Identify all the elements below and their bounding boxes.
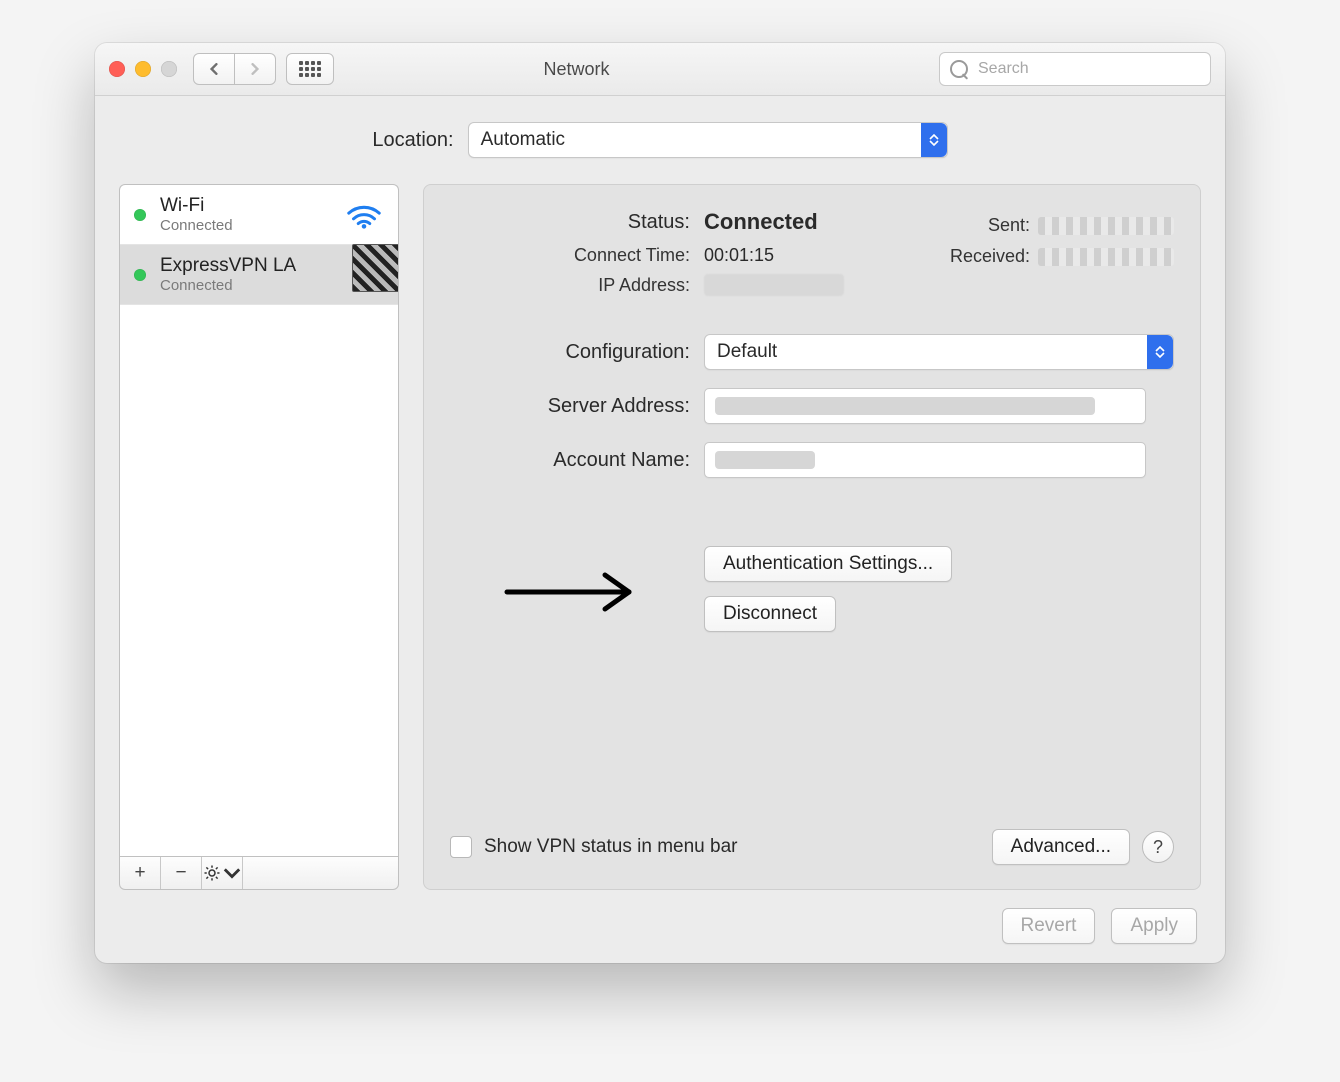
server-address-label: Server Address: xyxy=(450,395,704,418)
show-vpn-menubar-checkbox[interactable] xyxy=(450,836,472,858)
help-button[interactable]: ? xyxy=(1142,831,1174,863)
interfaces-list[interactable]: Wi-Fi Connected xyxy=(119,184,399,856)
connect-time-label: Connect Time: xyxy=(450,245,704,266)
window-footer: Revert Apply xyxy=(119,890,1201,944)
disconnect-button[interactable]: Disconnect xyxy=(704,596,836,632)
remove-interface-button[interactable]: − xyxy=(161,857,202,889)
sidebar-item-name: ExpressVPN LA xyxy=(160,255,344,277)
location-label: Location: xyxy=(372,129,453,152)
wifi-icon xyxy=(344,201,384,229)
search-icon xyxy=(950,60,968,78)
sidebar-item-wifi[interactable]: Wi-Fi Connected xyxy=(120,185,398,245)
sidebar-item-name: Wi-Fi xyxy=(160,195,344,217)
configuration-label: Configuration: xyxy=(450,341,704,364)
apply-button[interactable]: Apply xyxy=(1111,908,1197,944)
add-interface-button[interactable]: + xyxy=(120,857,161,889)
configuration-select[interactable]: Default xyxy=(704,334,1174,370)
account-name-input[interactable] xyxy=(704,442,1146,478)
location-select[interactable]: Automatic xyxy=(468,122,948,158)
window-title: Network xyxy=(224,59,929,80)
details-panel: Status: Connected Connect Time: 00:01:15… xyxy=(423,184,1201,890)
account-name-label: Account Name: xyxy=(450,449,704,472)
traffic-stats: Sent: Received: xyxy=(950,215,1174,267)
sidebar-toolbar: + − xyxy=(119,856,399,890)
sent-bars-icon xyxy=(1038,217,1174,235)
search-input[interactable] xyxy=(976,59,1200,79)
titlebar: Network xyxy=(95,43,1225,96)
search-field-wrap[interactable] xyxy=(939,52,1211,86)
status-label: Status: xyxy=(450,211,704,234)
updown-stepper-icon xyxy=(1147,335,1173,369)
chevron-down-icon xyxy=(223,864,241,882)
location-row: Location: Automatic xyxy=(119,122,1201,158)
network-preferences-window: Network Location: Automatic xyxy=(95,43,1225,963)
location-select-value: Automatic xyxy=(481,129,565,151)
ip-address-value xyxy=(704,274,844,296)
server-address-input[interactable] xyxy=(704,388,1146,424)
authentication-settings-button[interactable]: Authentication Settings... xyxy=(704,546,952,582)
status-dot-icon xyxy=(134,209,146,221)
revert-button[interactable]: Revert xyxy=(1002,908,1096,944)
ip-address-label: IP Address: xyxy=(450,275,704,296)
sent-label: Sent: xyxy=(988,215,1030,236)
received-bars-icon xyxy=(1038,248,1174,266)
sidebar-actions-menu[interactable] xyxy=(202,857,243,889)
show-vpn-menubar-label: Show VPN status in menu bar xyxy=(484,836,737,858)
sidebar-item-status: Connected xyxy=(160,217,344,234)
chevron-left-icon xyxy=(208,63,220,75)
status-value: Connected xyxy=(704,209,818,235)
advanced-button[interactable]: Advanced... xyxy=(992,829,1130,865)
window-controls xyxy=(109,61,177,77)
status-dot-icon xyxy=(134,269,146,281)
sidebar-toolbar-spacer xyxy=(243,857,398,889)
sidebar-item-expressvpn[interactable]: ExpressVPN LA Connected xyxy=(120,245,398,305)
minimize-window-button[interactable] xyxy=(135,61,151,77)
configuration-select-value: Default xyxy=(717,341,777,363)
close-window-button[interactable] xyxy=(109,61,125,77)
gear-icon xyxy=(203,864,221,882)
interfaces-sidebar: Wi-Fi Connected xyxy=(119,184,399,890)
sidebar-item-status: Connected xyxy=(160,277,344,294)
connect-time-value: 00:01:15 xyxy=(704,245,774,266)
vpn-lock-icon xyxy=(344,258,384,292)
updown-stepper-icon xyxy=(921,123,947,157)
received-label: Received: xyxy=(950,246,1030,267)
zoom-window-button[interactable] xyxy=(161,61,177,77)
